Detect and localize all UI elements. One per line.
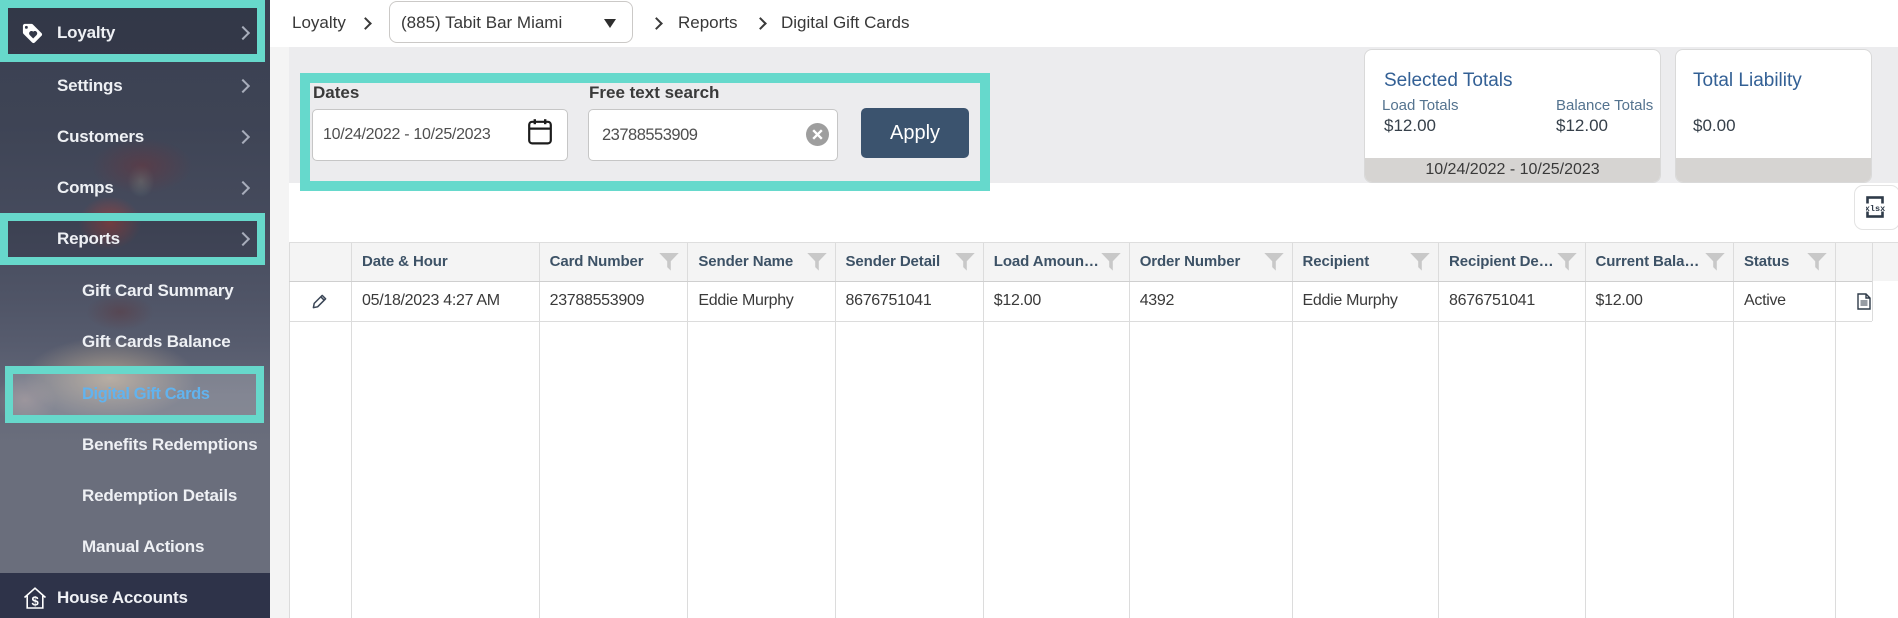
svg-text:$: $ xyxy=(31,594,39,609)
svg-text:xlsx: xlsx xyxy=(1866,204,1885,214)
